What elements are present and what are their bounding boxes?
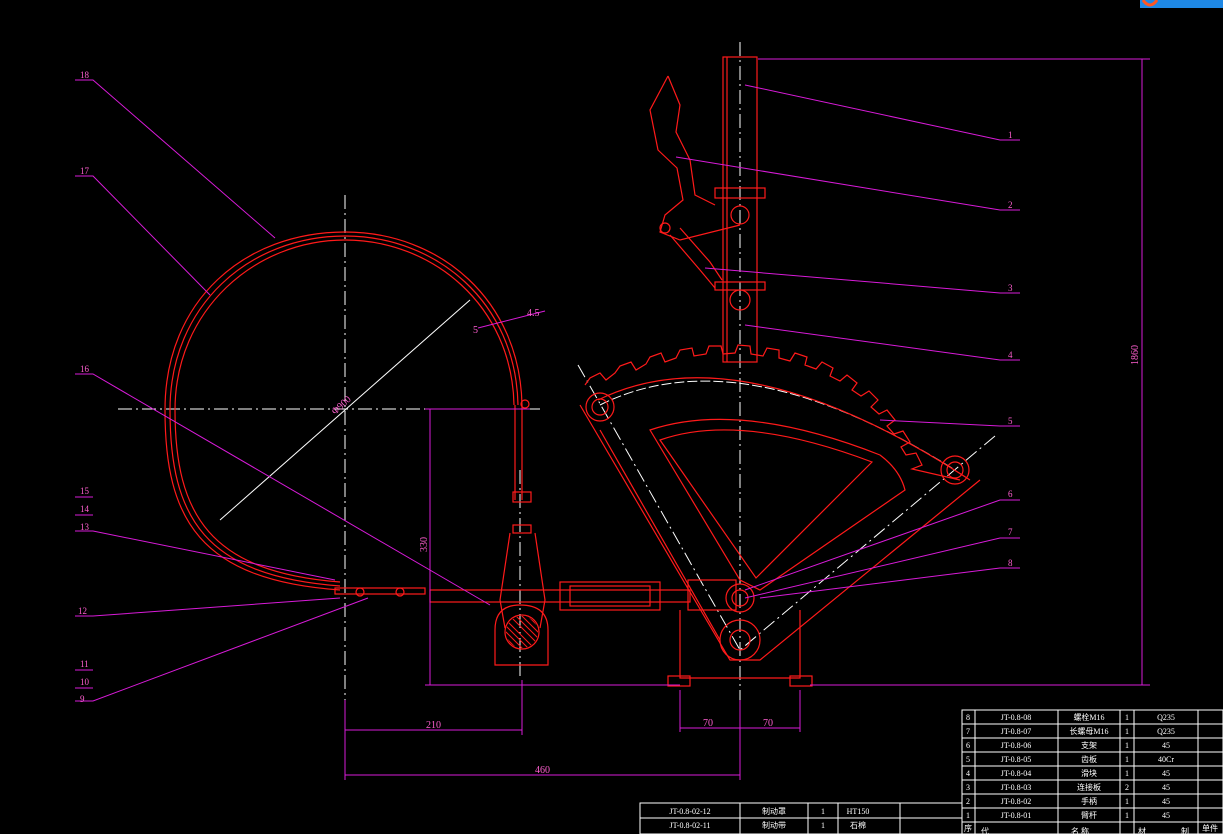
header-name: 名 称 — [1071, 826, 1089, 834]
dim-height-total: 1860 — [1130, 345, 1141, 365]
sub-part-code: JT-0.8-02-11 — [670, 821, 711, 830]
label-8: 8 — [1008, 558, 1013, 568]
header-seq: 序 — [964, 823, 972, 833]
sub-part-code: JT-0.8-02-12 — [669, 807, 710, 816]
part-material: 45 — [1162, 769, 1170, 778]
logo-icon — [1140, 0, 1223, 8]
part-name: 支架 — [1081, 740, 1097, 750]
part-name: 连接板 — [1077, 782, 1101, 792]
centerlines — [118, 42, 996, 740]
linkage — [429, 491, 737, 666]
label-2: 2 — [1008, 200, 1013, 210]
dimension-lines — [344, 58, 1150, 780]
sub-part-material: 石棉 — [850, 820, 866, 830]
part-code: JT-0.8-03 — [1001, 783, 1032, 792]
part-no: 3 — [966, 783, 970, 792]
dim-width-460: 460 — [535, 765, 550, 776]
dim-width-70-left: 70 — [703, 718, 713, 729]
part-no: 5 — [966, 755, 970, 764]
dim-width-210: 210 — [426, 720, 441, 731]
part-qty: 1 — [1125, 797, 1129, 806]
label-18: 18 — [80, 70, 90, 80]
label-9: 9 — [80, 694, 85, 704]
part-no: 6 — [966, 741, 970, 750]
sub-part-qty: 1 — [821, 807, 825, 816]
header-material: 材 — [1138, 826, 1146, 834]
part-material: 40Cr — [1158, 755, 1174, 764]
part-no: 4 — [966, 769, 970, 778]
part-material: Q235 — [1157, 727, 1175, 736]
header-side: 单件 — [1202, 823, 1218, 833]
brake-band — [164, 231, 530, 597]
label-16: 16 — [80, 364, 90, 374]
part-code: JT-0.8-05 — [1001, 755, 1032, 764]
dim-height-mid: 330 — [419, 537, 430, 552]
part-code: JT-0.8-06 — [1001, 741, 1032, 750]
leader-lines — [75, 79, 1020, 702]
label-5: 5 — [1008, 416, 1013, 426]
label-4: 4 — [1008, 350, 1013, 360]
label-15: 15 — [80, 486, 90, 496]
part-material: Q235 — [1157, 713, 1175, 722]
dim-thickness: 4.5 — [527, 308, 540, 319]
part-qty: 1 — [1125, 741, 1129, 750]
part-material: 45 — [1162, 783, 1170, 792]
label-11: 11 — [80, 659, 89, 669]
part-qty: 1 — [1125, 769, 1129, 778]
header-extra: 制 — [1181, 826, 1189, 834]
sub-part-name: 制动带 — [762, 820, 786, 830]
label-6: 6 — [1008, 489, 1013, 499]
label-17: 17 — [80, 166, 90, 176]
part-material: 45 — [1162, 811, 1170, 820]
dimension-texts: Φ900 4.5 5 1860 330 210 460 70 70 — [330, 308, 1141, 776]
sub-part-name: 制动罩 — [762, 806, 786, 816]
part-qty: 1 — [1125, 727, 1129, 736]
part-material: 45 — [1162, 741, 1170, 750]
part-no: 2 — [966, 797, 970, 806]
parts-table: 8 JT-0.8-08 螺栓M16 1 Q235 7 JT-0.8-07 长螺母M16 1 Q23… — [669, 712, 1218, 834]
part-name: 滑块 — [1081, 768, 1097, 778]
part-code: JT-0.8-08 — [1001, 713, 1032, 722]
part-code: JT-0.8-01 — [1001, 811, 1032, 820]
parts-table-grid — [639, 709, 1223, 834]
gear-sector — [579, 344, 981, 687]
label-7: 7 — [1008, 527, 1013, 537]
part-name: 齿板 — [1081, 754, 1097, 764]
label-14: 14 — [80, 504, 90, 514]
part-qty: 1 — [1125, 713, 1129, 722]
dim-width-70-right: 70 — [763, 718, 773, 729]
part-code: JT-0.8-04 — [1001, 769, 1032, 778]
part-name: 臂杆 — [1081, 810, 1097, 820]
label-1: 1 — [1008, 130, 1013, 140]
header-code: 代 — [981, 826, 989, 834]
dim-thickness-small: 5 — [473, 325, 478, 336]
arm-lever — [649, 56, 766, 363]
label-13: 13 — [80, 522, 90, 532]
part-name: 手柄 — [1081, 796, 1097, 806]
part-name: 长螺母M16 — [1069, 726, 1108, 736]
label-12: 12 — [78, 606, 87, 616]
part-name: 螺栓M16 — [1073, 712, 1104, 722]
part-qty: 1 — [1125, 755, 1129, 764]
part-material: 45 — [1162, 797, 1170, 806]
label-10: 10 — [80, 677, 90, 687]
part-qty: 2 — [1125, 783, 1129, 792]
shaft-section — [504, 614, 540, 650]
part-no: 7 — [966, 727, 970, 736]
part-no: 1 — [966, 811, 970, 820]
part-code: JT-0.8-02 — [1001, 797, 1032, 806]
part-code: JT-0.8-07 — [1001, 727, 1032, 736]
sub-part-material: HT150 — [847, 807, 870, 816]
sub-part-qty: 1 — [821, 821, 825, 830]
part-qty: 1 — [1125, 811, 1129, 820]
part-no: 8 — [966, 713, 970, 722]
cad-drawing: 18 17 16 15 14 13 12 11 10 9 1 2 3 4 5 6… — [75, 0, 1223, 834]
label-3: 3 — [1008, 283, 1013, 293]
